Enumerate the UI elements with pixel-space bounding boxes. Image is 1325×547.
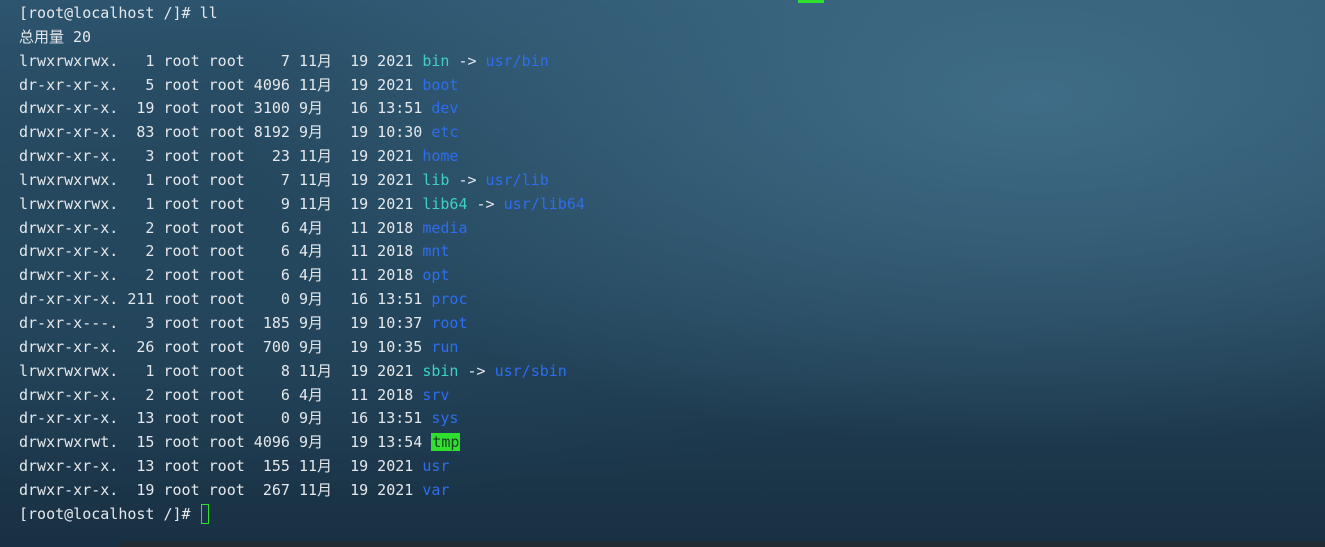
listing-row: drwxr-xr-x. 26 root root 700 9月 19 10:35… xyxy=(19,336,1325,360)
file-info: lrwxrwxrwx. 1 root root 7 11月 19 2021 xyxy=(19,51,414,70)
directory-name: root xyxy=(431,313,468,332)
file-info: drwxr-xr-x. 2 root root 6 4月 11 2018 xyxy=(19,242,414,261)
file-info: lrwxrwxrwx. 1 root root 8 11月 19 2021 xyxy=(19,361,414,380)
file-info: drwxr-xr-x. 2 root root 6 4月 11 2018 xyxy=(19,218,414,237)
listing-row: lrwxrwxrwx. 1 root root 8 11月 19 2021 sb… xyxy=(19,360,1325,384)
directory-name: sys xyxy=(431,409,459,428)
directory-name: opt xyxy=(422,266,450,285)
listing-row: dr-xr-xr-x. 13 root root 0 9月 16 13:51 s… xyxy=(19,407,1325,431)
listing-row: drwxr-xr-x. 83 root root 8192 9月 19 10:3… xyxy=(19,121,1325,145)
directory-name: mnt xyxy=(422,242,450,261)
symlink-name: bin xyxy=(422,51,450,70)
link-target: usr/sbin xyxy=(494,361,567,380)
directory-name: usr xyxy=(422,457,450,476)
file-info: drwxr-xr-x. 3 root root 23 11月 19 2021 xyxy=(19,147,414,166)
directory-name: proc xyxy=(431,290,468,309)
directory-name: media xyxy=(422,218,468,237)
file-info: drwxr-xr-x. 83 root root 8192 9月 19 10:3… xyxy=(19,123,423,142)
bottom-panel-edge xyxy=(120,541,1325,547)
file-info: drwxr-xr-x. 19 root root 267 11月 19 2021 xyxy=(19,480,414,499)
listing-row: lrwxrwxrwx. 1 root root 7 11月 19 2021 li… xyxy=(19,169,1325,193)
command-line: [root@localhost /]# ll xyxy=(19,2,1325,26)
file-info: drwxrwxrwt. 15 root root 4096 9月 19 13:5… xyxy=(19,433,423,452)
link-arrow: -> xyxy=(458,170,477,189)
text-cursor xyxy=(200,503,209,524)
file-info: drwxr-xr-x. 19 root root 3100 9月 16 13:5… xyxy=(19,99,423,118)
directory-name: dev xyxy=(431,99,459,118)
listing-row: lrwxrwxrwx. 1 root root 7 11月 19 2021 bi… xyxy=(19,50,1325,74)
link-target: usr/lib xyxy=(485,170,549,189)
file-info: drwxr-xr-x. 2 root root 6 4月 11 2018 xyxy=(19,266,414,285)
link-target: usr/lib64 xyxy=(503,194,585,213)
directory-name: etc xyxy=(431,123,459,142)
listing-row: drwxr-xr-x. 2 root root 6 4月 11 2018 opt xyxy=(19,264,1325,288)
shell-prompt: [root@localhost /]# xyxy=(19,4,191,22)
final-prompt-line[interactable]: [root@localhost /]# xyxy=(19,503,1325,527)
directory-name: home xyxy=(422,147,459,166)
terminal-output[interactable]: [root@localhost /]# ll 总用量 20 lrwxrwxrwx… xyxy=(19,2,1325,527)
listing-row: drwxr-xr-x. 13 root root 155 11月 19 2021… xyxy=(19,455,1325,479)
file-info: lrwxrwxrwx. 1 root root 9 11月 19 2021 xyxy=(19,194,414,213)
symlink-name: lib xyxy=(422,170,450,189)
symlink-name: lib64 xyxy=(422,194,468,213)
shell-prompt: [root@localhost /]# xyxy=(19,504,191,523)
listing-row: drwxr-xr-x. 3 root root 23 11月 19 2021 h… xyxy=(19,145,1325,169)
listing-row: dr-xr-xr-x. 5 root root 4096 11月 19 2021… xyxy=(19,74,1325,98)
directory-name: boot xyxy=(422,75,459,94)
listing-row: drwxr-xr-x. 19 root root 267 11月 19 2021… xyxy=(19,479,1325,503)
directory-name: tmp xyxy=(431,433,461,452)
link-arrow: -> xyxy=(476,194,495,213)
link-arrow: -> xyxy=(467,361,486,380)
symlink-name: sbin xyxy=(422,361,459,380)
total-line: 总用量 20 xyxy=(19,27,92,46)
command-text: ll xyxy=(199,4,218,22)
file-info: dr-xr-xr-x. 211 root root 0 9月 16 13:51 xyxy=(19,290,423,309)
link-target: usr/bin xyxy=(485,51,549,70)
listing-row: drwxr-xr-x. 19 root root 3100 9月 16 13:5… xyxy=(19,97,1325,121)
listing-row: dr-xr-x---. 3 root root 185 9月 19 10:37 … xyxy=(19,312,1325,336)
file-info: drwxr-xr-x. 13 root root 155 11月 19 2021 xyxy=(19,457,414,476)
directory-name: run xyxy=(431,337,459,356)
file-info: dr-xr-xr-x. 13 root root 0 9月 16 13:51 xyxy=(19,409,423,428)
directory-name: var xyxy=(422,480,450,499)
listing-row: drwxr-xr-x. 2 root root 6 4月 11 2018 mnt xyxy=(19,240,1325,264)
listing: lrwxrwxrwx. 1 root root 7 11月 19 2021 bi… xyxy=(19,50,1325,503)
listing-row: dr-xr-xr-x. 211 root root 0 9月 16 13:51 … xyxy=(19,288,1325,312)
listing-row: drwxrwxrwt. 15 root root 4096 9月 19 13:5… xyxy=(19,431,1325,455)
listing-row: drwxr-xr-x. 2 root root 6 4月 11 2018 srv xyxy=(19,384,1325,408)
file-info: lrwxrwxrwx. 1 root root 7 11月 19 2021 xyxy=(19,170,414,189)
link-arrow: -> xyxy=(458,51,477,70)
listing-row: drwxr-xr-x. 2 root root 6 4月 11 2018 med… xyxy=(19,217,1325,241)
file-info: dr-xr-xr-x. 5 root root 4096 11月 19 2021 xyxy=(19,75,414,94)
file-info: drwxr-xr-x. 26 root root 700 9月 19 10:35 xyxy=(19,337,423,356)
file-info: drwxr-xr-x. 2 root root 6 4月 11 2018 xyxy=(19,385,414,404)
listing-row: lrwxrwxrwx. 1 root root 9 11月 19 2021 li… xyxy=(19,193,1325,217)
directory-name: srv xyxy=(422,385,450,404)
file-info: dr-xr-x---. 3 root root 185 9月 19 10:37 xyxy=(19,313,423,332)
